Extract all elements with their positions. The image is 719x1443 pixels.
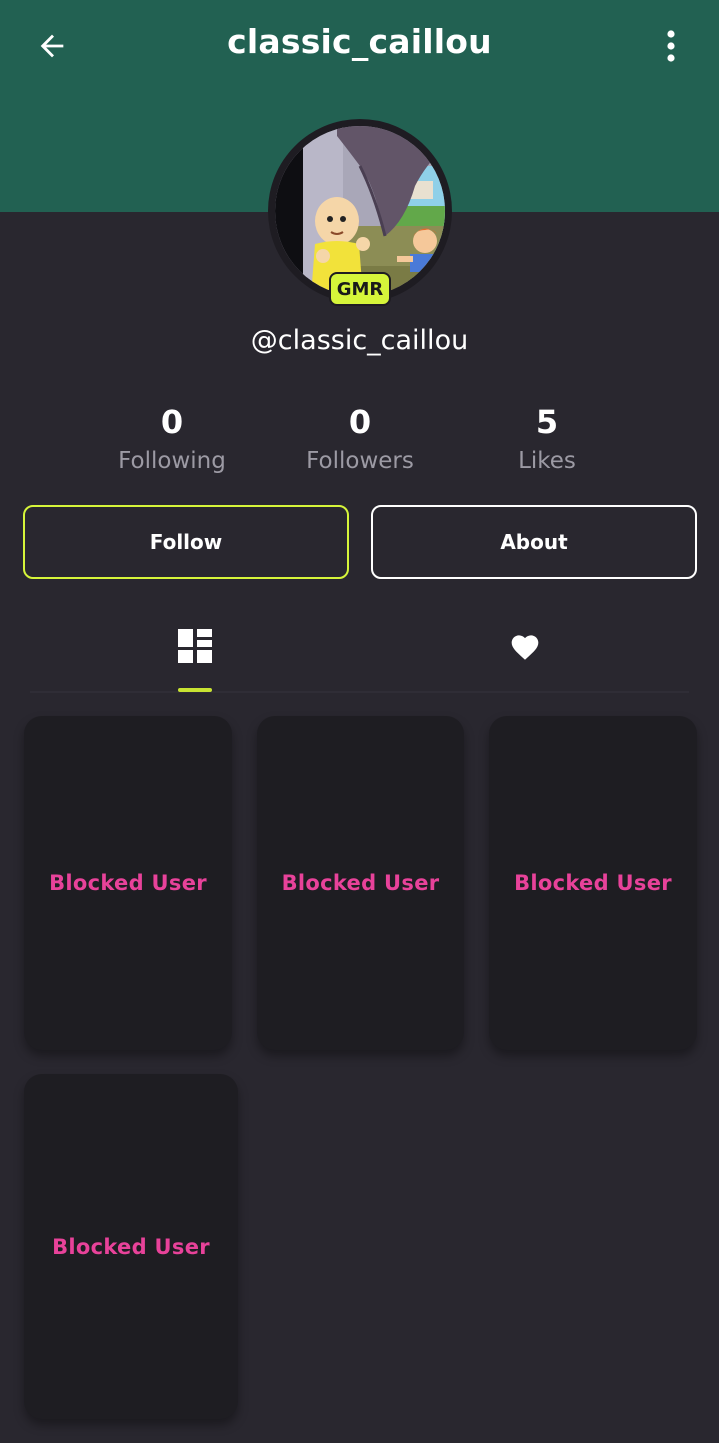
avatar[interactable]: [275, 126, 445, 296]
tab-posts[interactable]: [165, 620, 225, 672]
page-title: classic_caillou: [227, 22, 492, 61]
about-button[interactable]: About: [371, 505, 697, 579]
stat-following[interactable]: 0 Following: [82, 400, 262, 474]
stat-value: 5: [535, 403, 559, 441]
blocked-user-label: Blocked User: [514, 871, 672, 895]
stat-likes[interactable]: 5 Likes: [457, 400, 637, 474]
tab-divider: [30, 691, 689, 693]
stat-followers[interactable]: 0 Followers: [270, 400, 450, 474]
grid-icon: [178, 629, 212, 663]
heart-icon: [511, 635, 539, 660]
stat-label: Followers: [306, 448, 414, 474]
post-card[interactable]: Blocked User: [24, 1074, 238, 1419]
tab-liked[interactable]: [495, 620, 555, 672]
avatar-image: [275, 126, 445, 296]
more-options-button[interactable]: [649, 24, 693, 68]
profile-handle: @classic_caillou: [250, 325, 469, 356]
gmr-badge: GMR: [329, 272, 391, 306]
stat-label: Following: [118, 448, 226, 474]
active-tab-indicator: [178, 688, 212, 692]
follow-button[interactable]: Follow: [23, 505, 349, 579]
more-vertical-icon: [667, 30, 675, 62]
stat-value: 0: [160, 403, 184, 441]
blocked-user-label: Blocked User: [49, 871, 207, 895]
post-card[interactable]: Blocked User: [257, 716, 464, 1050]
post-card[interactable]: Blocked User: [24, 716, 232, 1050]
post-card[interactable]: Blocked User: [489, 716, 697, 1050]
blocked-user-label: Blocked User: [281, 871, 440, 895]
stat-value: 0: [348, 403, 372, 441]
stat-label: Likes: [518, 448, 576, 474]
blocked-user-label: Blocked User: [52, 1234, 210, 1259]
